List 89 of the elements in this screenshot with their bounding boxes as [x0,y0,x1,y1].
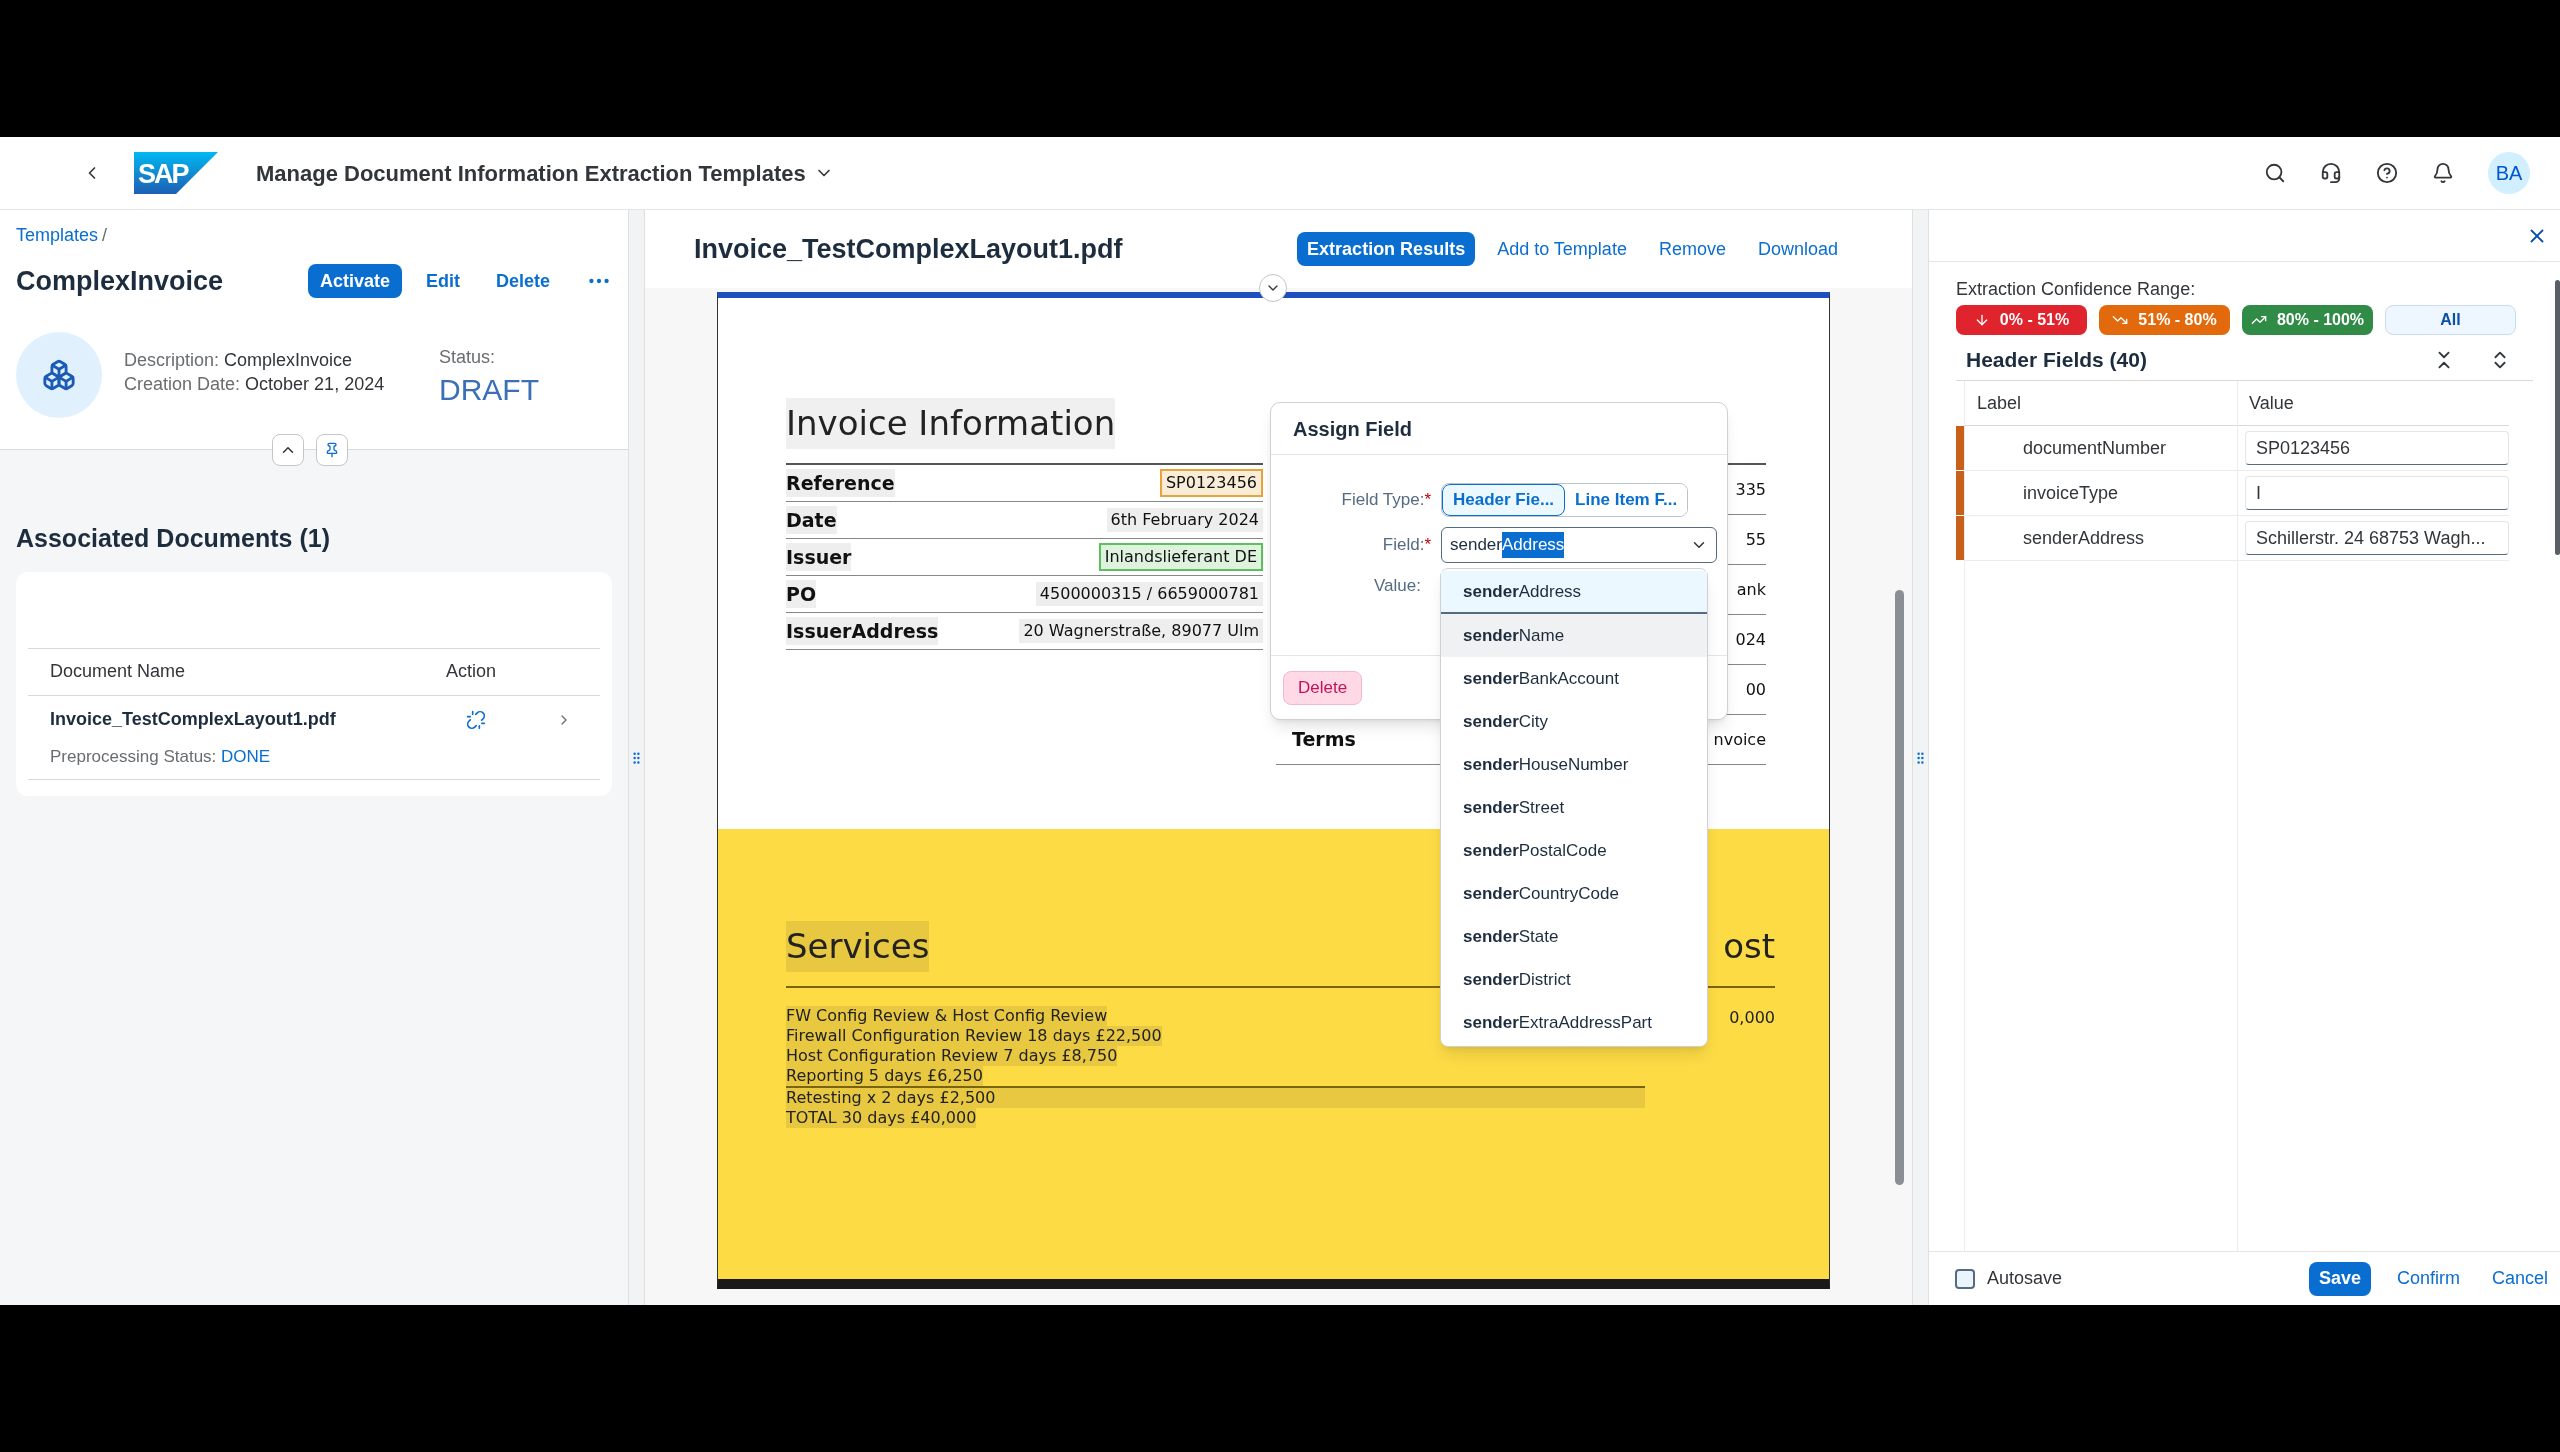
notifications-button[interactable] [2432,162,2454,184]
action-button[interactable]: Activate [307,264,402,299]
viewer-tab[interactable]: Add to Template [1487,232,1637,266]
section-title: Associated Documents (1) [16,523,331,554]
document-title: Invoice_TestComplexLayout1.pdf [694,232,1123,266]
creation-date-text: Creation Date: October 21, 2024 [124,372,386,396]
dropdown-option[interactable]: senderCountryCode [1441,872,1707,915]
services-heading: Services [786,921,930,972]
dropdown-option[interactable]: senderAddress [1441,571,1707,614]
pin-header-button[interactable] [316,434,348,466]
status-label: Status: [439,345,497,369]
breadcrumb-separator: / [102,224,108,247]
document-value: 4500000315 / 6659000781 [1035,582,1263,606]
document-label: Reference [786,468,895,498]
field-label: Field:* [1381,534,1431,557]
document-value: 6th February 2024 [1106,508,1263,532]
scrollbar-thumb[interactable] [2555,280,2560,555]
dropdown-option[interactable]: senderState [1441,915,1707,958]
confidence-filter[interactable]: 80% - 100% [2242,305,2373,335]
document-value: 00 [1745,678,1766,701]
search-button[interactable] [2264,162,2286,184]
confidence-filter[interactable]: 0% - 51% [1956,305,2087,335]
document-value: 20 Wagnerstraße, 89077 Ulm [1019,619,1263,643]
dropdown-option[interactable]: senderPostalCode [1441,829,1707,872]
document-value: ank [1736,578,1766,601]
column-heading: ost [1723,925,1775,968]
field-name: invoiceType [2023,481,2120,505]
document-value: Inlandslieferant DE [1098,543,1263,571]
column-header: Label [1977,391,2023,415]
document-heading: Invoice Information [786,398,1116,449]
column-header: Document Name [50,660,187,683]
value-input[interactable]: I [2245,476,2509,510]
breadcrumb-link[interactable]: Templates [16,222,99,249]
value-input[interactable]: SP0123456 [2245,431,2509,465]
field-label: Value: [1373,575,1421,597]
confidence-filter[interactable]: All [2385,305,2516,335]
dropdown-option[interactable]: senderName [1441,614,1707,657]
user-avatar[interactable]: BA [2488,152,2530,194]
field-name: senderAddress [2023,526,2146,550]
app-title: Manage Document Information Extraction Templates [256,159,806,188]
status-value: DRAFT [439,371,539,408]
document-value: nvoice [1713,728,1766,751]
dropdown-option[interactable]: senderBankAccount [1441,657,1707,700]
help-button[interactable] [2376,162,2398,184]
document-name[interactable]: Invoice_TestComplexLayout1.pdf [50,706,466,733]
confidence-label: Extraction Confidence Range: [1956,278,2197,301]
pin-icon[interactable] [324,442,340,458]
preprocessing-status: Preprocessing Status: DONE [50,746,271,766]
value-input[interactable]: Schillerstr. 24 68753 Wagh... [2245,521,2509,555]
template-title: ComplexInvoice [16,265,225,298]
save-button[interactable]: Save [2308,1261,2371,1296]
section-title: Header Fields (40) [1966,346,2147,373]
document-value: SP0123456 [1159,469,1263,497]
viewer-tab[interactable]: Download [1747,232,1848,266]
scrollbar-thumb[interactable] [1895,590,1904,1185]
description-text: Description: ComplexInvoice [124,348,354,372]
column-header: Action [446,660,497,683]
document-value: 335 [1735,478,1766,501]
dropdown-option[interactable]: senderStreet [1441,786,1707,829]
amount-value: 0,000 [1729,1007,1775,1029]
logo: SAP [134,152,218,194]
dropdown-option[interactable]: senderDistrict [1441,958,1707,1001]
action-button[interactable]: Delete [483,264,562,299]
column-header: Value [2249,391,2294,415]
document-value: 024 [1735,628,1766,651]
field-label: Field Type:* [1340,489,1431,512]
document-label: Issuer [786,542,852,572]
segmented-button[interactable]: Header Fie... [1442,484,1566,516]
cancel-button[interactable]: Cancel [2485,1261,2554,1296]
document-label: PO [786,579,817,609]
document-label: IssuerAddress [786,616,939,646]
link-icon[interactable] [466,709,486,730]
dropdown-option[interactable]: senderCity [1441,700,1707,743]
confidence-filter[interactable]: 51% - 80% [2099,305,2230,335]
confirm-button[interactable]: Confirm [2386,1261,2470,1296]
autosave-checkbox[interactable] [1955,1268,1975,1289]
field-name: documentNumber [2023,436,2168,460]
document-label: Terms [1292,727,1356,753]
document-label: Date [786,505,837,535]
autosave-label: Autosave [1987,1267,2063,1290]
headset-button[interactable] [2320,162,2342,184]
dropdown-option[interactable]: senderExtraAddressPart [1441,1001,1707,1044]
delete-button[interactable]: Delete [1283,670,1363,705]
viewer-tab[interactable]: Remove [1648,232,1736,266]
action-button[interactable]: Edit [413,264,472,299]
viewer-tab[interactable]: Extraction Results [1297,232,1476,266]
document-value: 55 [1745,528,1766,551]
dropdown-option[interactable]: senderHouseNumber [1441,743,1707,786]
popover-title: Assign Field [1293,416,1412,442]
